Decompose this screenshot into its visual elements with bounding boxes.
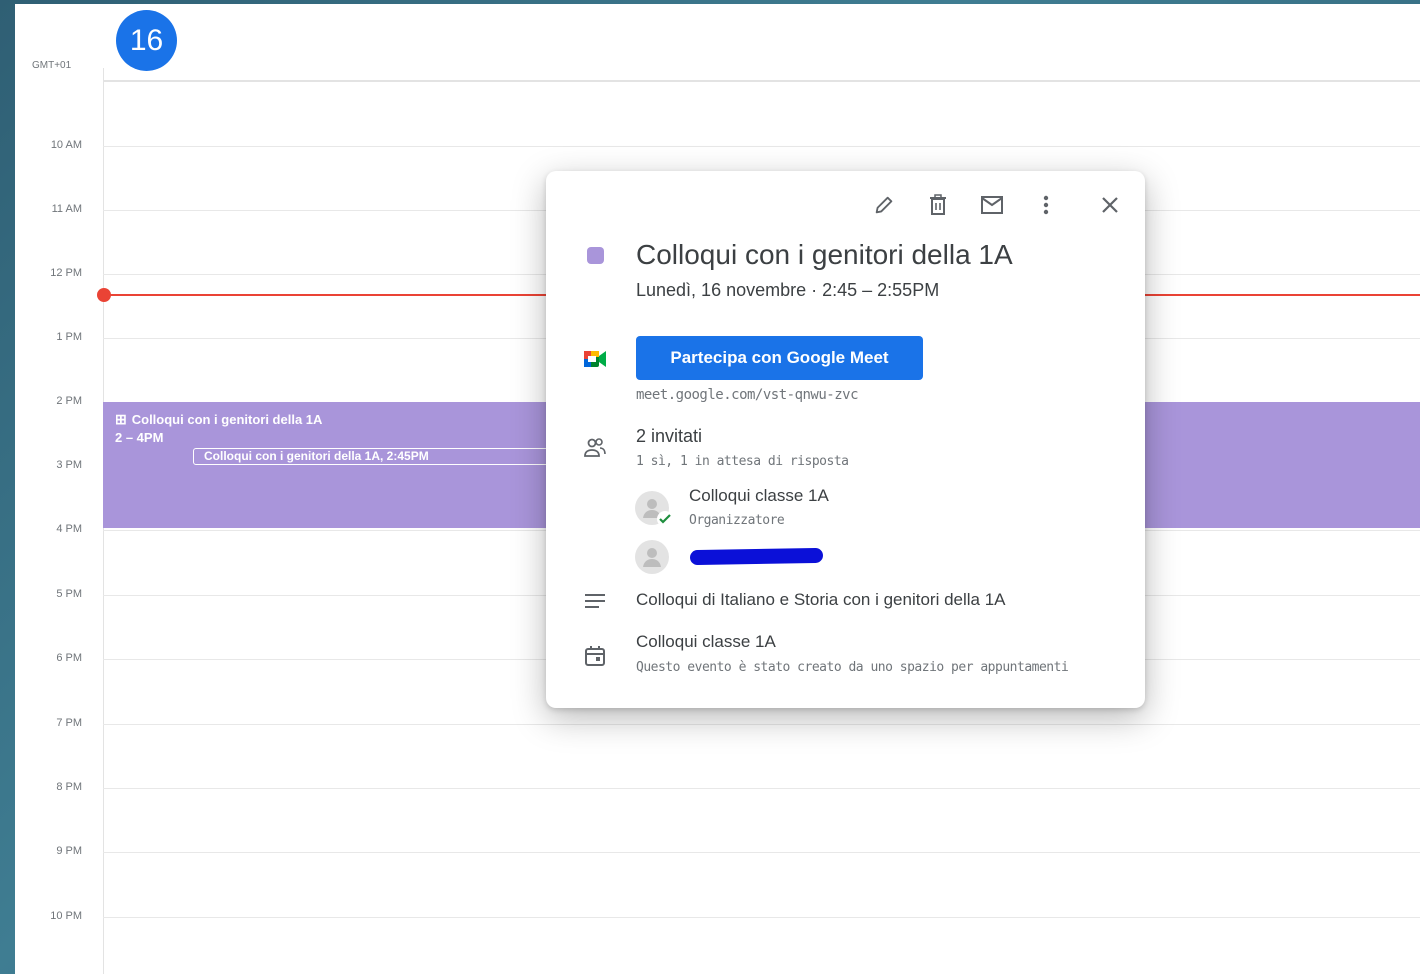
hour-label: 7 PM xyxy=(56,717,82,729)
join-meet-button[interactable]: Partecipa con Google Meet xyxy=(636,336,923,380)
hour-label: 11 AM xyxy=(51,203,82,215)
meet-link[interactable]: meet.google.com/vst-qnwu-zvc xyxy=(636,387,859,403)
current-time-dot xyxy=(97,288,111,302)
event-time: 2 – 4PM xyxy=(115,430,164,445)
hour-label: 10 AM xyxy=(50,139,82,151)
pencil-icon xyxy=(875,196,893,214)
event-color-chip xyxy=(587,247,604,264)
event-title-row: ⊞ Colloqui con i genitori della 1A xyxy=(115,411,322,428)
google-meet-icon xyxy=(582,346,608,372)
mail-icon xyxy=(981,196,1003,214)
booked-slot-event[interactable]: Colloqui con i genitori della 1A, 2:45PM xyxy=(193,448,560,465)
calendar-note: Questo evento è stato creato da uno spaz… xyxy=(636,660,1069,675)
hour-label: 3 PM xyxy=(56,459,82,471)
hour-label: 6 PM xyxy=(56,652,82,664)
hour-row: 8 PM xyxy=(15,781,1420,793)
hour-label: 1 PM xyxy=(56,331,82,343)
redacted-guest-name xyxy=(689,547,824,566)
event-title: Colloqui con i genitori della 1A xyxy=(131,412,323,427)
appointment-grid-icon: ⊞ xyxy=(115,411,127,427)
guests-icon xyxy=(582,435,608,461)
hour-label: 12 PM xyxy=(50,267,82,279)
guests-count[interactable]: 2 invitati xyxy=(636,426,702,447)
hour-label: 9 PM xyxy=(56,845,82,857)
more-vert-icon xyxy=(1043,195,1049,215)
trash-icon xyxy=(930,194,946,215)
guest-name: Colloqui classe 1A xyxy=(689,486,829,505)
delete-button[interactable] xyxy=(922,189,954,221)
day-number-badge[interactable]: 16 xyxy=(116,10,177,71)
email-guests-button[interactable] xyxy=(976,189,1008,221)
hour-label: 8 PM xyxy=(56,781,82,793)
event-details-popup: Colloqui con i genitori della 1A Lunedì,… xyxy=(546,171,1145,708)
hour-label: 4 PM xyxy=(56,523,82,535)
guests-response-summary: 1 sì, 1 in attesa di risposta xyxy=(636,454,849,469)
calendar-name: Colloqui classe 1A xyxy=(636,632,776,651)
guest-role: Organizzatore xyxy=(689,513,785,528)
hour-row: 9 PM xyxy=(15,845,1420,857)
hour-label: 2 PM xyxy=(56,395,82,407)
calendar-icon xyxy=(582,643,608,669)
avatar xyxy=(635,491,673,527)
event-date-time: Lunedì, 16 novembre · 2:45 – 2:55PM xyxy=(636,280,940,300)
close-icon xyxy=(1102,197,1118,213)
hour-row: 10 AM xyxy=(15,139,1420,151)
header-divider xyxy=(103,80,1420,82)
hour-row: 10 PM xyxy=(15,910,1420,922)
hour-row: 7 PM xyxy=(15,717,1420,729)
description-icon xyxy=(582,588,608,614)
more-options-button[interactable] xyxy=(1030,189,1062,221)
edit-button[interactable] xyxy=(868,189,900,221)
avatar xyxy=(635,540,669,574)
event-title: Colloqui con i genitori della 1A xyxy=(636,239,1013,270)
hour-label: 10 PM xyxy=(50,910,82,922)
close-button[interactable] xyxy=(1094,189,1126,221)
accepted-check-icon xyxy=(657,511,673,527)
timezone-label: GMT+01 xyxy=(32,60,72,71)
event-description: Colloqui di Italiano e Storia con i geni… xyxy=(636,590,1006,609)
hour-label: 5 PM xyxy=(56,588,82,600)
